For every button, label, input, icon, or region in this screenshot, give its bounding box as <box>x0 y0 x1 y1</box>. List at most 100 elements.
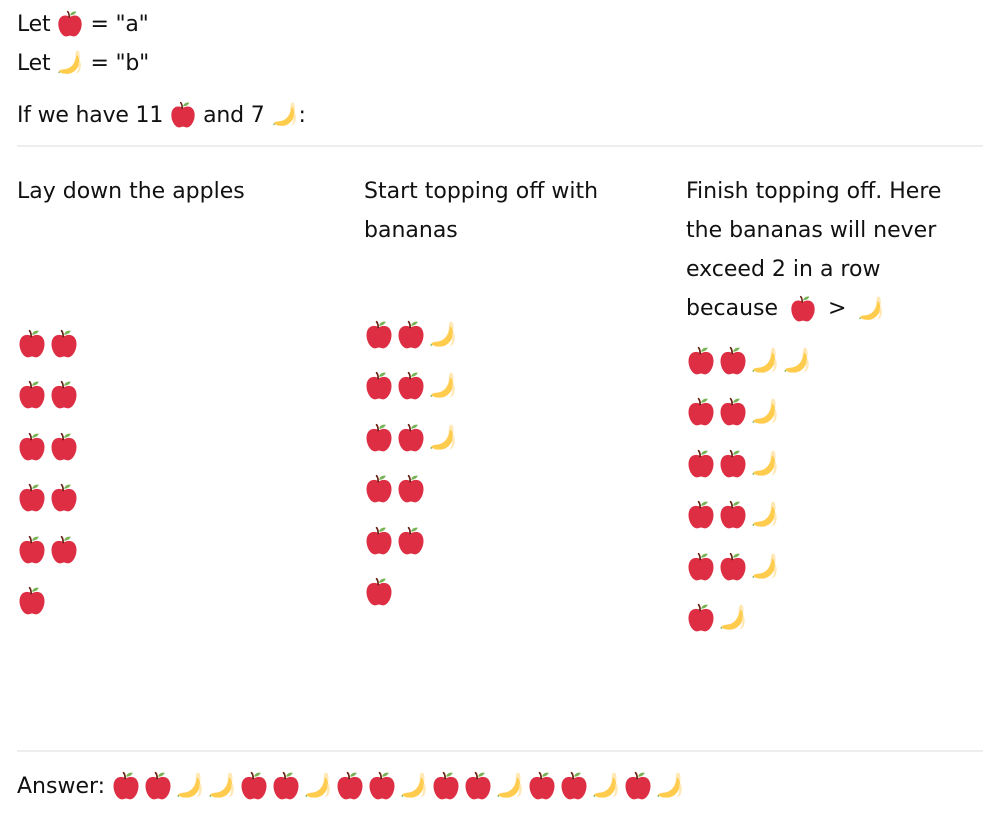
apple-icon <box>527 771 557 801</box>
premise-text-3: : <box>298 102 306 128</box>
apple-icon <box>364 526 394 556</box>
apple-icon <box>271 771 301 801</box>
apple-icon <box>49 329 79 359</box>
divider-bottom <box>17 750 983 752</box>
fruit-row <box>686 387 814 439</box>
apple-icon <box>559 771 589 801</box>
let-label: Let <box>17 50 51 76</box>
fruit-row <box>686 438 814 490</box>
apple-icon <box>463 771 493 801</box>
apple-icon <box>17 432 47 462</box>
fruit-row <box>17 421 81 473</box>
apple-icon <box>686 449 716 479</box>
banana-icon <box>750 552 780 582</box>
banana-icon <box>655 771 685 801</box>
apple-icon <box>364 577 394 607</box>
banana-icon <box>56 49 84 77</box>
apple-icon <box>686 603 716 633</box>
banana-icon <box>591 771 621 801</box>
definition-value: = "b" <box>90 50 150 76</box>
column-title: Start topping off with bananas <box>364 179 599 243</box>
column-2: Start topping off with bananas <box>364 172 654 606</box>
apple-icon <box>169 101 197 129</box>
apple-icon <box>364 320 394 350</box>
column-rows <box>686 335 814 644</box>
fruit-row <box>17 318 81 370</box>
banana-icon <box>428 423 458 453</box>
definition-a: Let = "a" <box>17 9 149 39</box>
apple-icon <box>111 771 141 801</box>
apple-icon <box>56 10 84 38</box>
column-1: Lay down the apples <box>17 172 317 615</box>
premise: If we have 11 and 7 : <box>17 100 306 130</box>
apple-icon <box>367 771 397 801</box>
apple-icon <box>718 449 748 479</box>
column-rows <box>364 309 460 618</box>
banana-icon <box>857 295 885 323</box>
fruit-row <box>364 361 460 413</box>
apple-icon <box>49 483 79 513</box>
banana-icon <box>750 346 780 376</box>
fruit-row <box>686 335 814 387</box>
apple-icon <box>431 771 461 801</box>
apple-icon <box>686 397 716 427</box>
apple-icon <box>396 526 426 556</box>
apple-icon <box>396 371 426 401</box>
definition-b: Let = "b" <box>17 48 149 78</box>
banana-icon <box>271 101 299 129</box>
apple-icon <box>143 771 173 801</box>
fruit-row <box>17 524 81 576</box>
apple-icon <box>718 552 748 582</box>
column-title: Finish topping off. Here the bananas wil… <box>686 172 976 328</box>
banana-icon <box>782 346 812 376</box>
apple-icon <box>718 397 748 427</box>
answer-label: Answer: <box>17 773 106 799</box>
definition-value: = "a" <box>90 11 149 37</box>
banana-icon <box>428 320 458 350</box>
apple-icon <box>718 500 748 530</box>
column-title: Lay down the apples <box>17 179 245 204</box>
fruit-row <box>364 412 460 464</box>
banana-icon <box>750 449 780 479</box>
comparison-operator: > <box>828 296 847 321</box>
apple-icon <box>49 432 79 462</box>
answer: Answer: <box>17 768 687 804</box>
banana-icon <box>303 771 333 801</box>
apple-icon <box>17 380 47 410</box>
banana-icon <box>750 500 780 530</box>
banana-icon <box>495 771 525 801</box>
column-3: Finish topping off. Here the bananas wil… <box>686 172 976 632</box>
apple-icon <box>686 346 716 376</box>
fruit-row <box>364 515 460 567</box>
column-rows <box>17 318 81 627</box>
fruit-row <box>364 309 460 361</box>
fruit-row <box>364 567 460 619</box>
fruit-row <box>686 593 814 645</box>
apple-icon <box>17 535 47 565</box>
apple-icon <box>686 552 716 582</box>
answer-sequence <box>111 771 687 801</box>
apple-icon <box>364 423 394 453</box>
apple-icon <box>718 346 748 376</box>
banana-icon <box>399 771 429 801</box>
apple-icon <box>364 474 394 504</box>
apple-icon <box>686 500 716 530</box>
divider-top <box>17 145 983 147</box>
banana-icon <box>428 371 458 401</box>
banana-icon <box>750 397 780 427</box>
apple-icon <box>239 771 269 801</box>
apple-icon <box>49 380 79 410</box>
apple-icon <box>789 295 817 323</box>
apple-icon <box>396 320 426 350</box>
apple-icon <box>364 371 394 401</box>
fruit-row <box>686 541 814 593</box>
apple-icon <box>49 535 79 565</box>
apple-icon <box>17 483 47 513</box>
fruit-row <box>686 490 814 542</box>
fruit-row <box>17 473 81 525</box>
fruit-row <box>17 370 81 422</box>
apple-icon <box>396 423 426 453</box>
fruit-row <box>364 464 460 516</box>
banana-icon <box>175 771 205 801</box>
apple-icon <box>17 586 47 616</box>
